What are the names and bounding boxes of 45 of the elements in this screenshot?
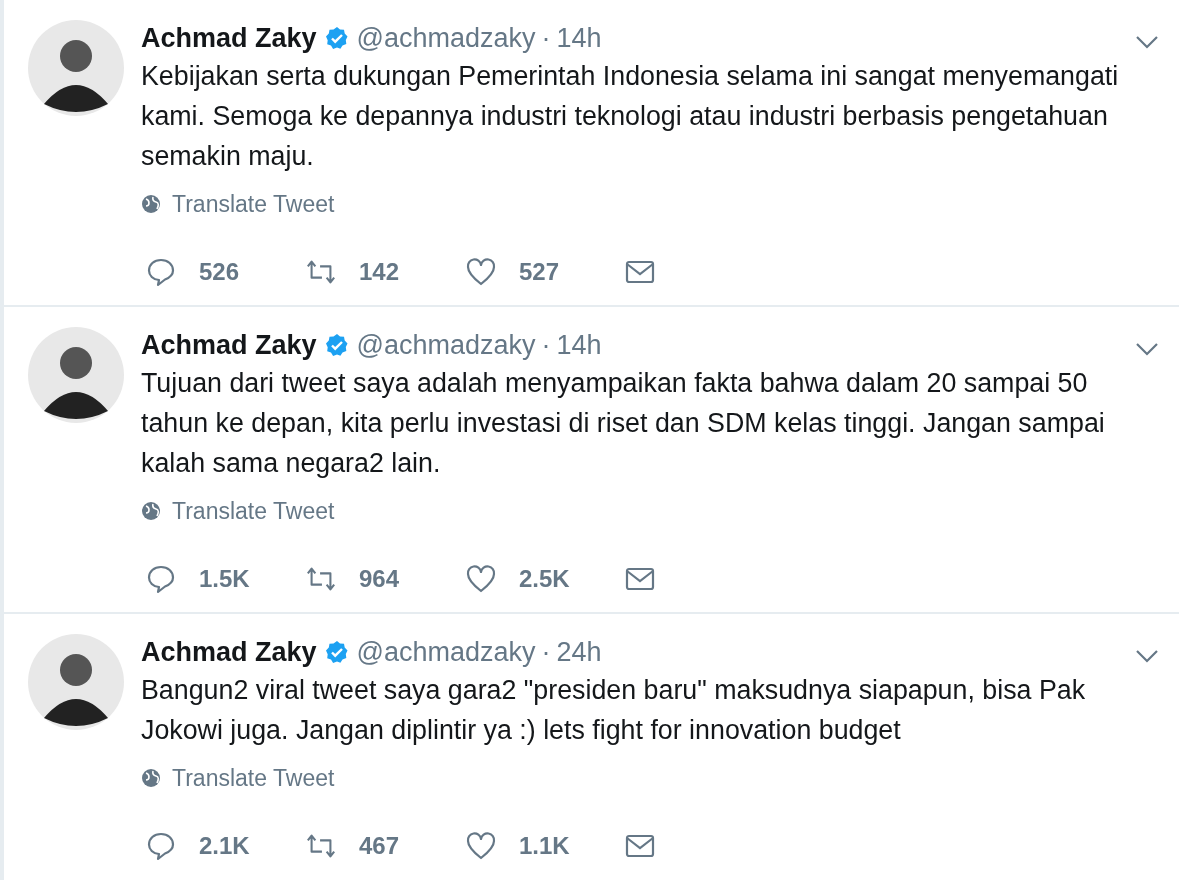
- heart-icon[interactable]: [465, 257, 497, 287]
- retweet-count: 964: [359, 565, 400, 593]
- globe-icon: [141, 501, 161, 521]
- mail-icon[interactable]: [625, 260, 655, 284]
- caret-icon[interactable]: [1135, 342, 1159, 356]
- mail-icon[interactable]: [625, 834, 655, 858]
- reply-icon[interactable]: [145, 831, 177, 861]
- separator-dot: ·: [541, 22, 551, 54]
- heart-icon[interactable]: [465, 564, 497, 594]
- globe-icon: [141, 768, 161, 788]
- separator-dot: ·: [541, 636, 551, 668]
- heart-icon[interactable]: [465, 831, 497, 861]
- user-handle[interactable]: @achmadzaky: [356, 636, 536, 668]
- like-count: 2.5K: [519, 565, 570, 593]
- user-name[interactable]: Achmad Zaky: [141, 22, 317, 54]
- tweet-text: Bangun2 viral tweet saya gara2 "presiden baru" maksudnya siapapun, bisa Pak Jokowi juga. Jangan diplintir ya :) lets fight for innovation budget: [141, 674, 1087, 747]
- retweet-count: 467: [359, 832, 400, 860]
- translate-link[interactable]: Translate Tweet: [172, 497, 335, 525]
- reply-count: 526: [199, 258, 240, 286]
- avatar-silhouette[interactable]: [28, 634, 124, 730]
- user-name[interactable]: Achmad Zaky: [141, 636, 317, 668]
- tweet-time[interactable]: 14h: [556, 22, 602, 54]
- translate-link[interactable]: Translate Tweet: [172, 190, 335, 218]
- user-handle[interactable]: @achmadzaky: [356, 329, 536, 361]
- caret-icon[interactable]: [1135, 35, 1159, 49]
- reply-count: 1.5K: [199, 565, 250, 593]
- avatar-silhouette[interactable]: [28, 20, 124, 116]
- tweet-time[interactable]: 14h: [556, 329, 602, 361]
- separator-dot: ·: [541, 329, 551, 361]
- user-name[interactable]: Achmad Zaky: [141, 329, 317, 361]
- reply-icon[interactable]: [145, 564, 177, 594]
- like-count: 1.1K: [519, 832, 570, 860]
- user-handle[interactable]: @achmadzaky: [356, 22, 536, 54]
- avatar-silhouette[interactable]: [28, 327, 124, 423]
- globe-icon: [141, 194, 161, 214]
- translate-link[interactable]: Translate Tweet: [172, 764, 335, 792]
- mail-icon[interactable]: [625, 567, 655, 591]
- tweet-text: Tujuan dari tweet saya adalah menyampaikan fakta bahwa dalam 20 sampai 50 tahun ke depan, kita perlu investasi di riset dan SDM kelas tinggi. Jangan sampai kalah sama negara2 lain.: [141, 367, 1106, 480]
- tweet-time[interactable]: 24h: [556, 636, 602, 668]
- retweet-count: 142: [359, 258, 400, 286]
- reply-count: 2.1K: [199, 832, 250, 860]
- like-count: 527: [519, 258, 560, 286]
- reply-icon[interactable]: [145, 257, 177, 287]
- caret-icon[interactable]: [1135, 649, 1159, 663]
- tweet-text: Kebijakan serta dukungan Pemerintah Indonesia selama ini sangat menyemangati kami. Semoga ke depannya industri teknologi atau industri berbasis pengetahuan semakin maju.: [141, 60, 1120, 173]
